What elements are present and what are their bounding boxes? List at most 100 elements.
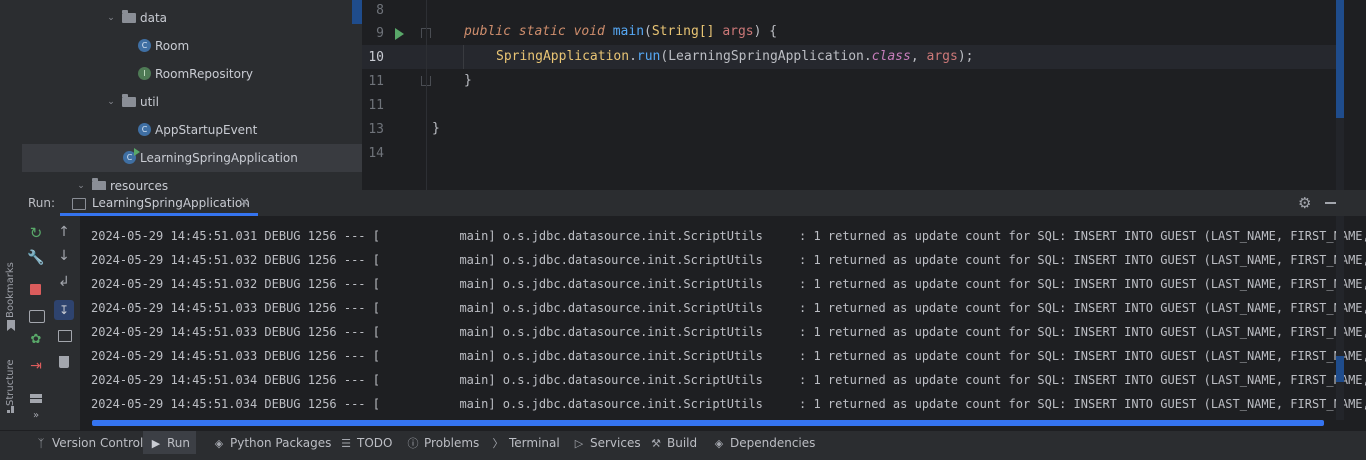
tree-folder-util[interactable]: ⌄ util	[22, 88, 362, 116]
structure-tool-label[interactable]: Structure	[5, 352, 16, 406]
tab-run[interactable]: ▶ Run	[143, 431, 197, 455]
console-scrollbar-thumb[interactable]	[1336, 356, 1344, 382]
console-horizontal-scrollbar[interactable]	[92, 420, 1324, 426]
line-number: 9	[376, 26, 384, 41]
chevron-down-icon[interactable]: ⌄	[76, 172, 86, 190]
tab-label: Dependencies	[730, 436, 816, 450]
exit-icon[interactable]: ⇥	[22, 358, 50, 374]
tab-label: TODO	[357, 436, 393, 450]
gutter-separator	[426, 0, 427, 190]
tab-dependencies[interactable]: ◈ Dependencies	[706, 431, 821, 455]
console-icon	[72, 198, 86, 210]
console-output[interactable]: 2024-05-29 14:45:51.031 DEBUG 1256 --- […	[80, 216, 1366, 430]
tab-label: Problems	[424, 436, 480, 450]
log-line: 2024-05-29 14:45:51.034 DEBUG 1256 --- […	[91, 397, 1366, 411]
tab-label: Python Packages	[230, 436, 332, 450]
run-toolbar-secondary: ↑ ↓ ↲ ↧	[50, 216, 80, 430]
layout-icon[interactable]	[30, 394, 42, 403]
tab-label: Build	[667, 436, 698, 450]
tree-item-label: util	[140, 95, 159, 109]
console-scrollbar-track[interactable]	[1336, 216, 1344, 420]
class-icon-letter: C	[126, 153, 133, 162]
structure-icon[interactable]	[7, 406, 15, 414]
tree-item-appstartupevent[interactable]: C AppStartupEvent	[22, 116, 362, 144]
code-token-method: run	[636, 49, 661, 64]
line-number: 14	[368, 146, 384, 161]
code-line-11: }	[464, 73, 472, 88]
run-gutter-icon[interactable]	[395, 28, 404, 40]
run-window-header: Run: LearningSpringApplication × ⚙	[22, 190, 1366, 217]
list-icon: ☰	[341, 437, 351, 450]
layers-icon: ◈	[214, 437, 224, 450]
log-line: 2024-05-29 14:45:51.031 DEBUG 1256 --- […	[91, 229, 1366, 243]
line-number: 11	[368, 98, 384, 113]
log-line: 2024-05-29 14:45:51.034 DEBUG 1256 --- […	[91, 373, 1366, 387]
tree-item-label: RoomRepository	[155, 67, 253, 81]
log-line: 2024-05-29 14:45:51.033 DEBUG 1256 --- […	[91, 349, 1366, 363]
tab-build[interactable]: ⚒ Build	[643, 431, 703, 455]
tree-item-roomrepository[interactable]: I RoomRepository	[22, 60, 362, 88]
tree-item-room[interactable]: C Room	[22, 32, 362, 60]
line-number: 11	[368, 74, 384, 89]
tab-label: Run	[167, 436, 191, 450]
run-toolbar-primary: ↻ 🔧 ✿ ⇥ »	[22, 216, 50, 430]
code-token-keyword: class	[871, 49, 911, 64]
code-line-10: SpringApplication.run(LearningSpringAppl…	[496, 49, 974, 64]
tab-todo[interactable]: ☰ TODO	[333, 431, 398, 455]
tree-item-learningspringapplication[interactable]: C LearningSpringApplication	[22, 144, 362, 172]
more-icon[interactable]: »	[22, 410, 50, 421]
tree-scrollbar-thumb[interactable]	[352, 0, 362, 24]
minimize-icon[interactable]	[1325, 202, 1336, 204]
bookmarks-tool-label[interactable]: Bookmarks	[5, 262, 16, 318]
code-token-modifiers: public static void	[464, 24, 605, 39]
rerun-icon[interactable]: ↻	[22, 224, 50, 242]
arrow-down-icon[interactable]: ↓	[50, 248, 78, 264]
tab-python-packages[interactable]: ◈ Python Packages	[206, 431, 337, 455]
code-token-param: args	[722, 24, 754, 39]
print-icon[interactable]	[58, 330, 72, 342]
branch-icon: ᛉ	[37, 437, 45, 450]
scroll-to-end-icon[interactable]: ↧	[54, 300, 74, 320]
line-number: 8	[376, 3, 384, 18]
folder-icon	[92, 178, 106, 190]
chevron-down-icon[interactable]: ⌄	[106, 4, 116, 32]
stop-icon[interactable]	[30, 284, 41, 295]
runnable-class-icon: C	[123, 148, 140, 164]
arrow-up-icon[interactable]: ↑	[50, 224, 78, 240]
tab-terminal[interactable]: 〉 Terminal	[485, 431, 566, 455]
editor-scrollbar-thumb[interactable]	[1336, 0, 1344, 118]
camera-icon[interactable]	[29, 310, 45, 323]
tree-item-label: Room	[155, 39, 190, 53]
status-bar	[0, 454, 1366, 460]
tree-folder-resources[interactable]: ⌄ resources	[22, 172, 362, 190]
tree-item-label: AppStartupEvent	[155, 123, 258, 137]
folder-icon	[122, 10, 136, 23]
tree-item-label: resources	[110, 179, 169, 190]
code-token-param: args	[926, 49, 958, 64]
soft-wrap-icon[interactable]: ↲	[50, 274, 78, 290]
log-line: 2024-05-29 14:45:51.032 DEBUG 1256 --- […	[91, 277, 1366, 291]
tree-item-label: LearningSpringApplication	[140, 151, 298, 165]
line-number: 10	[368, 50, 384, 65]
tab-services[interactable]: ▷ Services	[566, 431, 647, 455]
gear-icon[interactable]: ⚙	[1298, 190, 1311, 216]
interface-icon: I	[138, 67, 151, 80]
trash-icon[interactable]	[59, 356, 69, 368]
bug-icon[interactable]: ✿	[22, 332, 50, 347]
tab-label: Terminal	[509, 436, 560, 450]
line-number: 13	[368, 122, 384, 137]
bookmark-icon[interactable]	[7, 320, 15, 331]
tab-label: Services	[590, 436, 641, 450]
tab-problems[interactable]: ⓘ Problems	[400, 431, 485, 455]
indent-guide	[463, 45, 464, 69]
tree-folder-data[interactable]: ⌄ data	[22, 4, 362, 32]
class-icon: C	[138, 39, 151, 52]
class-icon: C	[138, 123, 151, 136]
code-editor[interactable]: 8 9 10 11 13 14 11 public static void ma…	[362, 0, 1366, 190]
wrench-icon[interactable]: 🔧	[22, 250, 50, 266]
log-line: 2024-05-29 14:45:51.032 DEBUG 1256 --- […	[91, 253, 1366, 267]
tab-version-control[interactable]: ᛉ Version Control	[28, 431, 149, 455]
tree-item-label: data	[140, 11, 168, 25]
chevron-down-icon[interactable]: ⌄	[106, 88, 116, 116]
code-token-method: main	[612, 24, 645, 39]
